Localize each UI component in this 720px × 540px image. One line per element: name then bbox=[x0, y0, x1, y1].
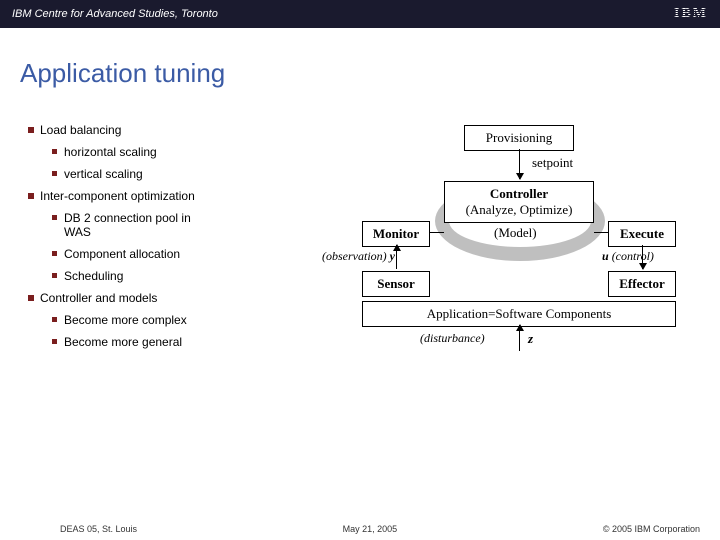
bullet-icon bbox=[52, 273, 57, 278]
label-observation: (observation) y bbox=[322, 249, 395, 264]
header-title: IBM Centre for Advanced Studies, Toronto bbox=[12, 8, 218, 20]
bullet-db2-pool: DB 2 connection pool in WAS bbox=[20, 207, 360, 243]
box-provisioning: Provisioning bbox=[464, 125, 574, 151]
label-model: (Model) bbox=[494, 225, 537, 241]
bullet-text: DB 2 connection pool in WAS bbox=[64, 211, 191, 239]
bullet-icon bbox=[28, 295, 34, 301]
bullet-more-general: Become more general bbox=[20, 331, 360, 353]
bullet-icon bbox=[52, 317, 57, 322]
bullet-controller-models: Controller and models bbox=[20, 287, 360, 309]
bullet-text: Load balancing bbox=[40, 123, 121, 137]
arrow-disturbance-up bbox=[519, 325, 520, 351]
label-controller: Controller bbox=[451, 186, 587, 202]
bullet-component-allocation: Component allocation bbox=[20, 243, 360, 265]
box-execute: Execute bbox=[608, 221, 676, 247]
label-setpoint: setpoint bbox=[532, 155, 573, 171]
ibm-logo: IBM bbox=[674, 6, 708, 22]
label-execute: Execute bbox=[620, 226, 664, 241]
control-diagram: Provisioning setpoint Controller (Analyz… bbox=[360, 125, 680, 375]
content-area: Load balancing horizontal scaling vertic… bbox=[0, 89, 720, 375]
bullet-scheduling: Scheduling bbox=[20, 265, 360, 287]
bullet-list: Load balancing horizontal scaling vertic… bbox=[20, 119, 360, 375]
bullet-icon bbox=[28, 127, 34, 133]
bullet-icon bbox=[52, 149, 57, 154]
footer-left: DEAS 05, St. Louis bbox=[60, 524, 137, 534]
box-controller: Controller (Analyze, Optimize) bbox=[444, 181, 594, 223]
arrow-setpoint bbox=[519, 149, 520, 179]
label-disturbance: (disturbance) bbox=[420, 331, 485, 346]
footer: DEAS 05, St. Louis May 21, 2005 © 2005 I… bbox=[0, 524, 720, 534]
bullet-text: horizontal scaling bbox=[64, 145, 157, 159]
label-z: z bbox=[528, 331, 533, 347]
box-sensor: Sensor bbox=[362, 271, 430, 297]
bullet-vertical-scaling: vertical scaling bbox=[20, 163, 360, 185]
box-effector: Effector bbox=[608, 271, 676, 297]
label-controller-sub: (Analyze, Optimize) bbox=[451, 202, 587, 218]
connector-controller-execute bbox=[594, 232, 608, 233]
slide-title: Application tuning bbox=[0, 28, 720, 89]
connector-monitor-controller bbox=[430, 232, 444, 233]
bullet-text: Component allocation bbox=[64, 247, 180, 261]
label-effector: Effector bbox=[619, 276, 664, 291]
bullet-icon bbox=[52, 339, 57, 344]
diagram-panel: Provisioning setpoint Controller (Analyz… bbox=[360, 119, 690, 375]
bullet-inter-component: Inter-component optimization bbox=[20, 185, 360, 207]
bullet-text: Become more complex bbox=[64, 313, 187, 327]
bullet-text: Become more general bbox=[64, 335, 182, 349]
bullet-more-complex: Become more complex bbox=[20, 309, 360, 331]
bullet-text: vertical scaling bbox=[64, 167, 143, 181]
footer-center: May 21, 2005 bbox=[343, 524, 398, 534]
bullet-icon bbox=[52, 171, 57, 176]
bullet-icon bbox=[28, 193, 34, 199]
bullet-text: Controller and models bbox=[40, 291, 157, 305]
arrow-obs-up bbox=[396, 245, 397, 269]
bullet-text: Inter-component optimization bbox=[40, 189, 195, 203]
label-control: u (control) bbox=[602, 249, 654, 264]
footer-right: © 2005 IBM Corporation bbox=[603, 524, 700, 534]
label-monitor: Monitor bbox=[373, 226, 419, 241]
label-sensor: Sensor bbox=[377, 276, 415, 291]
bullet-horizontal-scaling: horizontal scaling bbox=[20, 141, 360, 163]
bullet-load-balancing: Load balancing bbox=[20, 119, 360, 141]
bullet-icon bbox=[52, 251, 57, 256]
header-bar: IBM Centre for Advanced Studies, Toronto… bbox=[0, 0, 720, 28]
bullet-text: Scheduling bbox=[64, 269, 123, 283]
bullet-icon bbox=[52, 215, 57, 220]
